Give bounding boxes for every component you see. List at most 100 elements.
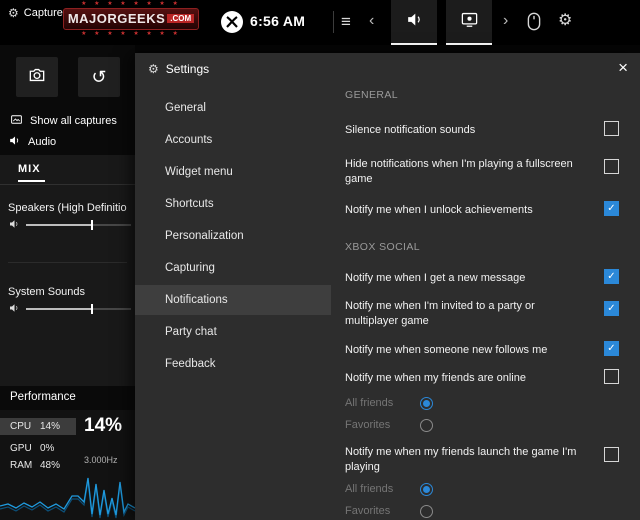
audio-widget-toggle-button[interactable] [391, 0, 437, 45]
cpu-value: 14% [40, 421, 61, 432]
majorgeeks-watermark: ★ ★ ★ ★ ★ ★ ★ ★ MAJORGEEKS .COM ★ ★ ★ ★ ★… [52, 0, 210, 47]
record-last-button[interactable]: ↺ [78, 57, 120, 97]
gear-icon: ⚙ [148, 62, 159, 76]
left-widgets-column: ↺ Show all captures Audio MIX Speakers (… [0, 45, 135, 520]
record-last-icon: ↺ [91, 67, 107, 87]
radio-label-friends-online-all: All friends [345, 397, 394, 409]
volume-slider-thumb[interactable] [91, 220, 94, 230]
audio-channel-name: Speakers (High Definitio [8, 202, 127, 214]
setting-label-new-message: Notify me when I get a new message [345, 272, 526, 284]
volume-slider-fill [26, 224, 92, 226]
check-icon: ✓ [607, 302, 616, 314]
settings-title-label: Settings [165, 62, 210, 76]
widget-menu-icon[interactable]: ≡ [341, 13, 351, 30]
checkbox-new-follower[interactable]: ✓ [604, 341, 619, 356]
checkbox-silence-sounds[interactable] [604, 121, 619, 136]
capture-widget-toggle-button[interactable] [446, 0, 492, 45]
gpu-stat-row[interactable]: GPU 0% [0, 440, 76, 457]
nav-item-widget-menu[interactable]: Widget menu [135, 157, 331, 187]
check-icon: ✓ [607, 342, 616, 354]
setting-label-hide-fullscreen: Hide notifications when I'm playing a fu… [345, 158, 573, 185]
setting-label-silence-sounds: Silence notification sounds [345, 124, 476, 136]
audio-widget: MIX Speakers (High Definitio System Soun… [0, 155, 135, 386]
nav-item-party-chat[interactable]: Party chat [135, 317, 331, 347]
audio-widget-title: Audio [28, 136, 57, 148]
radio-friends-online-favorites[interactable] [420, 419, 433, 432]
gpu-value: 0% [40, 443, 55, 454]
performance-widget-title: Performance [10, 391, 76, 403]
take-screenshot-button[interactable] [16, 57, 58, 97]
cpu-frequency: 3.000Hz [84, 455, 118, 465]
radio-launch-favorites[interactable] [420, 505, 433, 518]
xbox-logo-icon[interactable] [221, 11, 243, 33]
watermark-ribbon: MAJORGEEKS .COM [62, 8, 200, 30]
topbar-settings-gear-icon[interactable]: ⚙ [558, 13, 572, 29]
tab-mix[interactable]: MIX [18, 163, 41, 175]
settings-panel-title: ⚙ Settings [148, 62, 209, 76]
mouse-icon[interactable] [527, 12, 541, 35]
watermark-domain: .COM [167, 14, 195, 23]
radio-launch-all[interactable] [420, 483, 433, 496]
settings-panel: ⚙ Settings × General Accounts Widget men… [135, 53, 640, 520]
check-icon: ✓ [607, 202, 616, 214]
gallery-icon [10, 113, 23, 129]
chevron-right-icon[interactable]: › [503, 13, 508, 29]
cpu-stat-row[interactable]: CPU 14% [0, 418, 76, 435]
volume-slider-system-sounds[interactable] [26, 304, 131, 314]
section-header-general: GENERAL [345, 89, 398, 101]
tab-mix-underline [18, 180, 45, 182]
settings-content: GENERAL Silence notification sounds Hide… [345, 53, 640, 520]
speaker-icon [405, 10, 424, 34]
watermark-stars-bottom: ★ ★ ★ ★ ★ ★ ★ ★ [81, 31, 181, 37]
camera-icon [27, 65, 47, 90]
gpu-label: GPU [10, 443, 32, 454]
nav-item-shortcuts[interactable]: Shortcuts [135, 189, 331, 219]
nav-item-accounts[interactable]: Accounts [135, 125, 331, 155]
speaker-icon [8, 217, 20, 235]
channel-divider [8, 262, 127, 263]
nav-item-general[interactable]: General [135, 93, 331, 123]
game-bar-screen: ⚙ Capture 6:56 AM ≡ ‹ › ⚙ ↺ Show all cap… [0, 0, 640, 520]
radio-label-launch-favorites: Favorites [345, 505, 391, 517]
watermark-title: MAJORGEEKS [67, 11, 166, 26]
speaker-icon [8, 134, 21, 150]
radio-label-launch-all: All friends [345, 483, 394, 495]
section-header-xbox-social: XBOX SOCIAL [345, 241, 421, 253]
tab-divider [0, 184, 135, 185]
settings-nav: General Accounts Widget menu Shortcuts P… [135, 93, 331, 513]
topbar-divider [333, 11, 334, 33]
radio-label-friends-online-favorites: Favorites [345, 419, 391, 431]
performance-widget: CPU 14% 14% GPU 0% RAM 48% 3.000Hz [0, 410, 135, 520]
chevron-left-icon[interactable]: ‹ [369, 13, 374, 29]
show-all-captures-button[interactable]: Show all captures [10, 113, 117, 129]
clock: 6:56 AM [250, 13, 306, 29]
nav-item-capturing[interactable]: Capturing [135, 253, 331, 283]
gear-icon: ⚙ [8, 6, 19, 20]
cpu-big-value: 14% [84, 415, 123, 436]
audio-channel-name: System Sounds [8, 286, 86, 298]
setting-label-friends-online: Notify me when my friends are online [345, 372, 526, 384]
nav-item-feedback[interactable]: Feedback [135, 349, 331, 379]
nav-item-notifications[interactable]: Notifications [135, 285, 331, 315]
nav-item-personalization[interactable]: Personalization [135, 221, 331, 251]
checkbox-hide-fullscreen[interactable] [604, 159, 619, 174]
speaker-icon [8, 301, 20, 319]
radio-friends-online-all[interactable] [420, 397, 433, 410]
volume-slider-thumb[interactable] [91, 304, 94, 314]
volume-slider-fill [26, 308, 92, 310]
checkbox-party-invite[interactable]: ✓ [604, 301, 619, 316]
watermark-stars-top: ★ ★ ★ ★ ★ ★ ★ ★ [81, 1, 181, 7]
show-all-captures-label: Show all captures [30, 115, 117, 127]
checkbox-achievements[interactable]: ✓ [604, 201, 619, 216]
setting-label-new-follower: Notify me when someone new follows me [345, 344, 548, 356]
checkbox-friends-online[interactable] [604, 369, 619, 384]
cpu-label: CPU [10, 421, 32, 432]
capture-monitor-icon [460, 10, 479, 34]
audio-widget-header: Audio [8, 134, 56, 150]
setting-label-party-invite: Notify me when I'm invited to a party or… [345, 300, 535, 327]
checkbox-friends-launch-game[interactable] [604, 447, 619, 462]
setting-label-friends-launch-game: Notify me when my friends launch the gam… [345, 446, 577, 473]
volume-slider-speakers[interactable] [26, 220, 131, 230]
checkbox-new-message[interactable]: ✓ [604, 269, 619, 284]
performance-chart [0, 477, 135, 519]
